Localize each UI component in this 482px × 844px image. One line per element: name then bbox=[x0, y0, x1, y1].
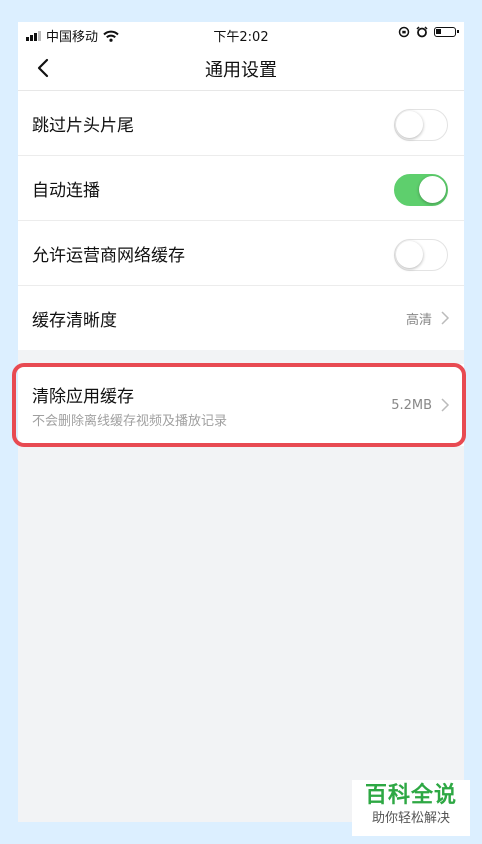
watermark-title: 百科全说 bbox=[364, 783, 457, 808]
toggle-knob bbox=[396, 111, 423, 138]
chevron-right-icon bbox=[441, 311, 450, 325]
setting-label: 缓存清晰度 bbox=[32, 310, 117, 331]
setting-autoplay[interactable]: 自动连播 bbox=[18, 156, 464, 221]
skip-intro-toggle[interactable] bbox=[394, 109, 448, 141]
page-title: 通用设置 bbox=[205, 60, 277, 81]
settings-list: 跳过片头片尾 自动连播 允许运营商网络缓存 缓存清晰度 高清 bbox=[18, 91, 464, 350]
autoplay-toggle[interactable] bbox=[394, 174, 448, 206]
toggle-knob bbox=[419, 176, 446, 203]
carrier-cache-toggle[interactable] bbox=[394, 239, 448, 271]
watermark-subtitle: 助你轻松解决 bbox=[371, 811, 450, 826]
setting-cache-quality[interactable]: 缓存清晰度 高清 bbox=[18, 286, 464, 350]
toggle-knob bbox=[396, 241, 423, 268]
setting-label: 允许运营商网络缓存 bbox=[32, 245, 185, 266]
setting-label: 自动连播 bbox=[32, 180, 100, 201]
alarm-icon bbox=[416, 26, 428, 38]
watermark-logo: 百科全说 助你轻松解决 bbox=[352, 780, 470, 836]
setting-skip-intro[interactable]: 跳过片头片尾 bbox=[18, 91, 464, 156]
nav-bar: 通用设置 bbox=[18, 46, 464, 91]
highlight-box bbox=[12, 363, 466, 447]
battery-icon bbox=[434, 27, 459, 37]
status-bar: 中国移动 下午2:02 bbox=[18, 22, 464, 46]
rotation-lock-icon bbox=[398, 26, 410, 38]
cache-quality-value: 高清 bbox=[405, 312, 432, 328]
setting-label: 跳过片头片尾 bbox=[32, 115, 134, 136]
setting-carrier-cache[interactable]: 允许运营商网络缓存 bbox=[18, 221, 464, 286]
